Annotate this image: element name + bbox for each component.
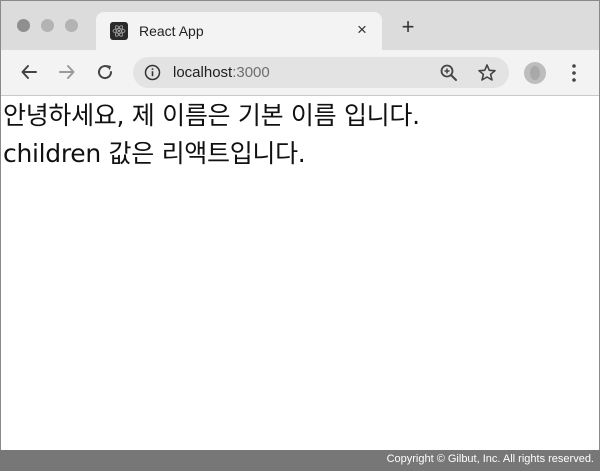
zoom-icon[interactable]: [439, 63, 459, 83]
tab-react-app[interactable]: React App ×: [96, 12, 382, 50]
react-logo-icon: [110, 22, 128, 40]
tab-title: React App: [139, 23, 204, 39]
browser-toolbar: localhost:3000: [1, 50, 599, 96]
forward-arrow-icon[interactable]: [56, 61, 78, 83]
maximize-window-button[interactable]: [65, 19, 78, 32]
tab-close-icon[interactable]: ×: [352, 20, 372, 40]
browser-window: React App × + localhost:3000 안녕하세요, 제 이름…: [0, 0, 600, 451]
url-port: :3000: [232, 64, 270, 81]
children-text: children 값은 리액트입니다.: [3, 139, 306, 168]
copyright-text: Copyright © Gilbut, Inc. All rights rese…: [386, 453, 594, 465]
info-icon[interactable]: [144, 64, 161, 81]
reload-icon[interactable]: [94, 61, 116, 83]
minimize-window-button[interactable]: [41, 19, 54, 32]
back-arrow-icon[interactable]: [18, 61, 40, 83]
close-window-button[interactable]: [17, 19, 30, 32]
star-icon[interactable]: [477, 63, 497, 83]
kebab-menu-icon[interactable]: [566, 62, 582, 84]
url-host: localhost: [173, 64, 233, 81]
greeting-text: 안녕하세요, 제 이름은 기본 이름 입니다.: [3, 101, 420, 130]
new-tab-button[interactable]: +: [398, 16, 418, 38]
address-bar[interactable]: localhost:3000: [133, 57, 509, 88]
url-text: localhost:3000: [173, 64, 270, 81]
tab-strip: React App × +: [1, 1, 599, 50]
footer-bar: Copyright © Gilbut, Inc. All rights rese…: [0, 450, 600, 471]
profile-avatar[interactable]: [524, 62, 546, 84]
page-content: 안녕하세요, 제 이름은 기본 이름 입니다. children 값은 리액트입…: [1, 96, 599, 450]
